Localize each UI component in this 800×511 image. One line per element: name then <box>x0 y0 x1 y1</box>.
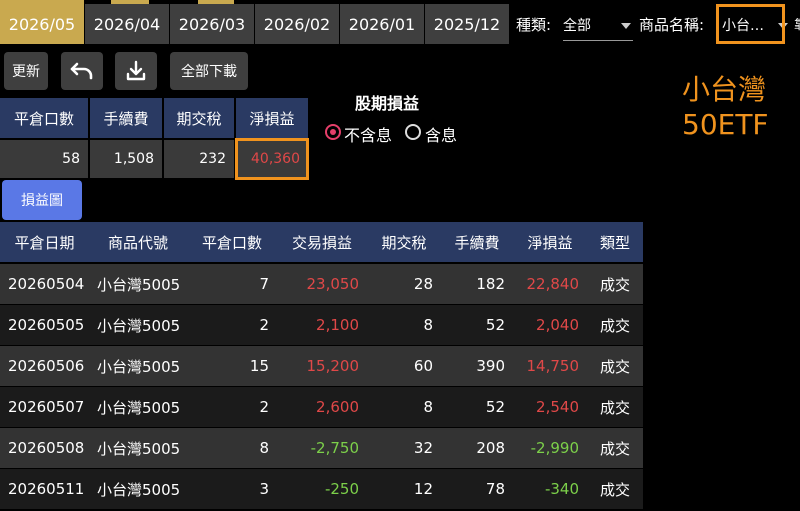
download-button[interactable] <box>115 52 157 90</box>
cell-trade-pnl: 2,100 <box>316 316 359 334</box>
cell-type: 成交 <box>599 439 630 458</box>
tab-2026-02[interactable]: 2026/02 <box>255 4 339 44</box>
cell-type: 成交 <box>599 316 630 335</box>
radio-incl-dividend[interactable] <box>405 124 421 140</box>
cell-product-code: 小台灣5005 <box>97 357 181 376</box>
summary-header: 手續費 <box>90 98 162 138</box>
cell-fee: 52 <box>485 398 505 416</box>
cell-closed-lots: 2 <box>259 316 269 334</box>
download-all-button[interactable]: 全部下載 <box>170 52 248 90</box>
cell-product-code: 小台灣5005 <box>97 398 181 417</box>
cell-tax: 8 <box>423 316 433 334</box>
type-label: 種類: <box>516 16 552 34</box>
tab-2026-03[interactable]: 2026/03 <box>170 4 254 44</box>
cell-net-pnl: 22,840 <box>526 275 580 293</box>
table-row[interactable]: 20260508 小台灣5005 8 -2,750 32 208 -2,990 成交 <box>0 428 643 468</box>
cell-product-code: 小台灣5005 <box>97 275 181 294</box>
summary-header: 平倉口數 <box>0 98 88 138</box>
column-header[interactable]: 交易損益 <box>277 222 367 262</box>
table-row[interactable]: 20260506 小台灣5005 15 15,200 60 390 14,750 成交 <box>0 346 643 386</box>
cell-trade-pnl: -2,750 <box>310 439 359 457</box>
cell-closed-lots: 15 <box>249 357 269 375</box>
summary-value-tax: 232 <box>164 140 234 178</box>
column-header[interactable]: 商品代號 <box>89 222 187 262</box>
cell-tax: 12 <box>413 480 433 498</box>
column-header[interactable]: 期交稅 <box>367 222 441 262</box>
cell-product-code: 小台灣5005 <box>97 480 181 499</box>
cell-closed-lots: 8 <box>259 439 269 457</box>
cell-type: 成交 <box>599 398 630 417</box>
cell-trade-pnl: 2,600 <box>316 398 359 416</box>
cell-type: 成交 <box>599 275 630 294</box>
radio-incl-dividend-label[interactable]: 含息 <box>425 122 457 146</box>
radio-excl-dividend-label[interactable]: 不含息 <box>344 122 392 146</box>
tab-2026-04[interactable]: 2026/04 <box>85 4 169 44</box>
undo-arrow-icon <box>70 62 93 80</box>
cell-close-date: 20260511 <box>8 480 85 498</box>
cell-trade-pnl: 23,050 <box>306 275 360 293</box>
cell-net-pnl: 2,040 <box>536 316 579 334</box>
annotation-line-1: 小台灣 <box>682 73 767 106</box>
cell-type: 成交 <box>599 357 630 376</box>
refresh-button[interactable]: 更新 <box>4 52 48 90</box>
table-row[interactable]: 20260504 小台灣5005 7 23,050 28 182 22,840 成交 <box>0 264 643 304</box>
cell-tax: 28 <box>413 275 433 293</box>
column-header[interactable]: 類型 <box>587 222 643 262</box>
table-row[interactable]: 20260511 小台灣5005 3 -250 12 78 -340 成交 <box>0 469 643 509</box>
column-header[interactable]: 手續費 <box>441 222 513 262</box>
dividend-title: 股期損益 <box>355 94 420 113</box>
cell-trade-pnl: -250 <box>324 480 359 498</box>
cell-product-code: 小台灣5005 <box>97 439 181 458</box>
radio-excl-dividend[interactable] <box>325 124 341 140</box>
pnl-chart-button[interactable]: 損益圖 <box>2 180 82 220</box>
cell-close-date: 20260506 <box>8 357 85 375</box>
cell-net-pnl: -2,990 <box>530 439 579 457</box>
cell-closed-lots: 3 <box>259 480 269 498</box>
column-header[interactable]: 淨損益 <box>513 222 587 262</box>
cell-close-date: 20260507 <box>8 398 85 416</box>
cell-fee: 390 <box>476 357 505 375</box>
cell-closed-lots: 7 <box>259 275 269 293</box>
product-highlight-box <box>716 4 785 44</box>
undo-button[interactable] <box>61 52 103 90</box>
net-pnl-highlight-box <box>235 138 309 180</box>
download-icon <box>126 60 146 81</box>
cell-tax: 60 <box>413 357 433 375</box>
product-label: 商品名稱: <box>639 16 705 34</box>
tab-2026-05[interactable]: 2026/05 <box>0 4 84 44</box>
type-select[interactable]: 全部 <box>563 10 633 41</box>
cell-product-code: 小台灣5005 <box>97 316 181 335</box>
summary-value-closed-lots: 58 <box>0 140 88 178</box>
cell-trade-pnl: 15,200 <box>306 357 360 375</box>
cell-net-pnl: 14,750 <box>526 357 580 375</box>
type-select-value: 全部 <box>563 18 591 34</box>
cell-tax: 32 <box>413 439 433 457</box>
summary-header: 淨損益 <box>236 98 308 138</box>
chevron-down-icon <box>621 23 631 29</box>
cell-close-date: 20260505 <box>8 316 85 334</box>
tab-2026-01[interactable]: 2026/01 <box>340 4 424 44</box>
tab-2025-12[interactable]: 2025/12 <box>425 4 509 44</box>
cell-fee: 78 <box>485 480 505 498</box>
cell-net-pnl: -340 <box>544 480 579 498</box>
annotation-line-2: 50ETF <box>682 108 769 141</box>
summary-value-fee: 1,508 <box>90 140 162 178</box>
cell-type: 成交 <box>599 480 630 499</box>
cell-net-pnl: 2,540 <box>536 398 579 416</box>
column-header[interactable]: 平倉口數 <box>187 222 277 262</box>
cell-close-date: 20260504 <box>8 275 85 293</box>
table-row[interactable]: 20260505 小台灣5005 2 2,100 8 52 2,040 成交 <box>0 305 643 345</box>
summary-header: 期交稅 <box>164 98 234 138</box>
cell-close-date: 20260508 <box>8 439 85 457</box>
truncated-label: 靠 <box>794 14 800 33</box>
cell-tax: 8 <box>423 398 433 416</box>
cell-closed-lots: 2 <box>259 398 269 416</box>
cell-fee: 208 <box>476 439 505 457</box>
table-row[interactable]: 20260507 小台灣5005 2 2,600 8 52 2,540 成交 <box>0 387 643 427</box>
cell-fee: 182 <box>476 275 505 293</box>
column-header[interactable]: 平倉日期 <box>0 222 89 262</box>
cell-fee: 52 <box>485 316 505 334</box>
